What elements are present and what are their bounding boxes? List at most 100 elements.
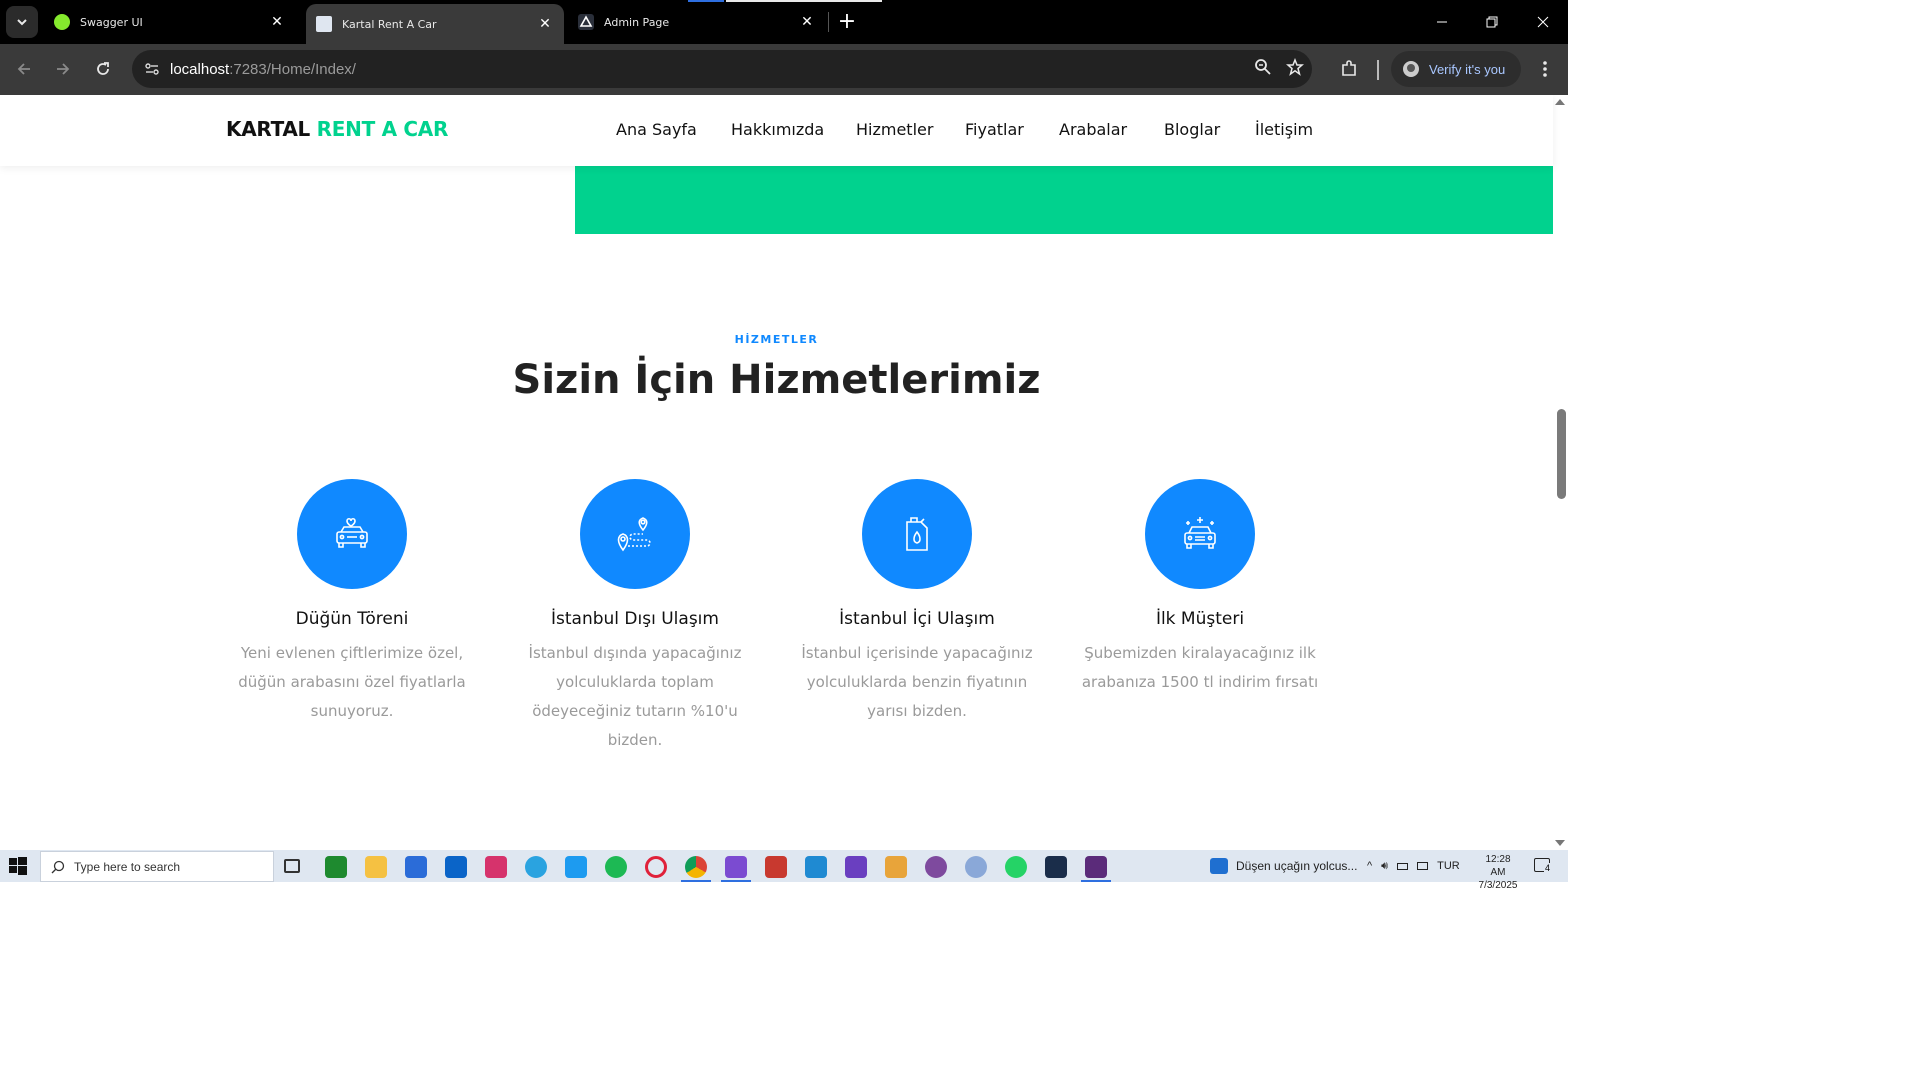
service-card: Düğün Töreni Yeni evlenen çiftlerimize ö… bbox=[222, 479, 482, 726]
windows-start-icon[interactable] bbox=[8, 856, 28, 876]
restore-button[interactable] bbox=[1467, 0, 1517, 44]
restore-icon bbox=[1486, 16, 1498, 28]
scroll-up-arrow-icon[interactable] bbox=[1555, 99, 1565, 105]
nav-ana-sayfa[interactable]: Ana Sayfa bbox=[616, 120, 697, 139]
news-headline: Düşen uçağın yolcus... bbox=[1236, 859, 1358, 873]
volume-icon[interactable]: 🔊︎ bbox=[1381, 860, 1388, 873]
service-description: Şubemizden kiralayacağınız ilk arabanıza… bbox=[1081, 644, 1319, 691]
tab-swagger-ui[interactable]: Swagger UI ✕ bbox=[44, 0, 296, 44]
instagram-icon[interactable] bbox=[485, 856, 507, 878]
active-app-indicator bbox=[721, 880, 751, 882]
scrollbar-thumb[interactable] bbox=[1557, 409, 1566, 499]
xbox-icon[interactable] bbox=[325, 856, 347, 878]
network-icon[interactable] bbox=[1417, 862, 1429, 870]
visual-studio-icon[interactable] bbox=[725, 856, 747, 878]
prime-video-icon[interactable] bbox=[1045, 856, 1067, 878]
section-subheading: HİZMETLER bbox=[734, 333, 819, 346]
close-tab-icon[interactable]: ✕ bbox=[536, 15, 554, 33]
chevron-up-icon[interactable]: ^ bbox=[1367, 860, 1372, 872]
tab-title: Kartal Rent A Car bbox=[342, 17, 437, 31]
tab-admin-page[interactable]: Admin Page ✕ bbox=[568, 0, 826, 44]
more-vertical-icon bbox=[1543, 61, 1547, 77]
taskbar-search-box[interactable]: Type here to search bbox=[40, 851, 274, 882]
puzzle-icon bbox=[1342, 60, 1356, 76]
section-heading: Sizin İçin Hizmetlerimiz bbox=[512, 357, 1041, 403]
tab-separator bbox=[828, 12, 829, 32]
active-app-indicator bbox=[681, 880, 711, 882]
chrome-icon[interactable] bbox=[685, 856, 707, 878]
nav-hakkimizda[interactable]: Hakkımızda bbox=[731, 120, 824, 139]
notification-center-button[interactable]: 4 bbox=[1534, 858, 1552, 873]
clock-date: 7/3/2025 bbox=[1478, 880, 1518, 891]
outlook-icon[interactable] bbox=[445, 856, 467, 878]
close-icon bbox=[1537, 16, 1549, 28]
file-explorer-icon[interactable] bbox=[365, 856, 387, 878]
service-icon-circle bbox=[580, 479, 690, 589]
service-icon-circle bbox=[297, 479, 407, 589]
browser-menu-button[interactable] bbox=[1530, 54, 1560, 84]
bookmark-star-icon[interactable] bbox=[1286, 57, 1304, 80]
tor-browser-icon[interactable] bbox=[925, 856, 947, 878]
swagger-icon bbox=[54, 14, 70, 30]
close-tab-icon[interactable]: ✕ bbox=[798, 13, 816, 31]
r-app-icon[interactable] bbox=[965, 856, 987, 878]
avatar bbox=[1403, 61, 1419, 77]
logo-text-kartal: KARTAL bbox=[226, 117, 310, 141]
paint-icon[interactable] bbox=[885, 856, 907, 878]
wedding-car-icon bbox=[336, 517, 368, 548]
nav-iletisim[interactable]: İletişim bbox=[1255, 120, 1313, 139]
tab-search-button[interactable] bbox=[6, 6, 38, 38]
twitter-icon[interactable] bbox=[565, 856, 587, 878]
news-widget[interactable]: Düşen uçağın yolcus... bbox=[1210, 850, 1357, 882]
zoom-icon[interactable] bbox=[1254, 58, 1272, 80]
service-title: İstanbul İçi Ulaşım bbox=[839, 609, 995, 629]
whatsapp-icon[interactable] bbox=[1005, 856, 1027, 878]
extensions-button[interactable] bbox=[1334, 54, 1364, 84]
minimize-icon bbox=[1437, 21, 1447, 23]
forward-button[interactable] bbox=[48, 54, 78, 84]
nav-arabalar[interactable]: Arabalar bbox=[1059, 120, 1127, 139]
url-host: localhost bbox=[170, 60, 230, 78]
site-logo[interactable]: KARTAL RENT A CAR bbox=[226, 117, 448, 141]
site-info-icon[interactable] bbox=[134, 50, 170, 88]
database-tool-icon[interactable] bbox=[765, 856, 787, 878]
service-description: İstanbul dışında yapacağınız yolculuklar… bbox=[528, 644, 742, 749]
task-view-icon[interactable] bbox=[284, 859, 300, 873]
search-icon bbox=[51, 860, 65, 873]
tab-kartal-rent-a-car[interactable]: Kartal Rent A Car ✕ bbox=[306, 4, 564, 44]
back-button[interactable] bbox=[9, 54, 39, 84]
page-scrollbar[interactable] bbox=[1553, 95, 1568, 850]
language-indicator[interactable]: TUR bbox=[1437, 860, 1460, 872]
news-icon bbox=[1210, 858, 1228, 874]
url-text[interactable]: localhost:7283/Home/Index/ bbox=[170, 61, 356, 78]
terminal-icon[interactable] bbox=[1085, 856, 1107, 878]
system-clock[interactable]: 12:28 AM 7/3/2025 bbox=[1478, 853, 1518, 892]
reload-button[interactable] bbox=[88, 54, 118, 84]
windows-taskbar: Type here to search Düşen uçağın yolcus.… bbox=[0, 850, 1568, 891]
address-bar[interactable]: localhost:7283/Home/Index/ bbox=[132, 50, 1312, 88]
nav-hizmetler[interactable]: Hizmetler bbox=[856, 120, 933, 139]
fuel-can-icon bbox=[906, 517, 928, 551]
nav-bloglar[interactable]: Bloglar bbox=[1164, 120, 1220, 139]
url-path: :7283/Home/Index/ bbox=[229, 60, 356, 78]
close-window-button[interactable] bbox=[1518, 0, 1568, 44]
page-viewport: KARTAL RENT A CAR Ana Sayfa Hakkımızda H… bbox=[0, 95, 1568, 850]
tab-title: Admin Page bbox=[604, 15, 670, 29]
battery-icon[interactable] bbox=[1397, 862, 1409, 870]
opera-icon[interactable] bbox=[645, 856, 667, 878]
minimize-button[interactable] bbox=[1417, 0, 1467, 44]
nav-fiyatlar[interactable]: Fiyatlar bbox=[965, 120, 1024, 139]
new-tab-button[interactable]: + bbox=[834, 8, 860, 34]
close-tab-icon[interactable]: ✕ bbox=[268, 13, 286, 31]
vscode-icon[interactable] bbox=[805, 856, 827, 878]
visual-studio-2-icon[interactable] bbox=[845, 856, 867, 878]
microsoft-store-icon[interactable] bbox=[405, 856, 427, 878]
telegram-icon[interactable] bbox=[525, 856, 547, 878]
browser-toolbar: localhost:7283/Home/Index/ Verify it's y… bbox=[0, 44, 1568, 95]
arrow-right-icon bbox=[57, 63, 70, 75]
scroll-down-arrow-icon[interactable] bbox=[1555, 840, 1565, 846]
route-pin-icon bbox=[617, 517, 651, 552]
profile-button[interactable]: Verify it's you bbox=[1391, 51, 1521, 87]
system-tray: ^ 🔊︎ TUR bbox=[1367, 850, 1460, 882]
spotify-icon[interactable] bbox=[605, 856, 627, 878]
